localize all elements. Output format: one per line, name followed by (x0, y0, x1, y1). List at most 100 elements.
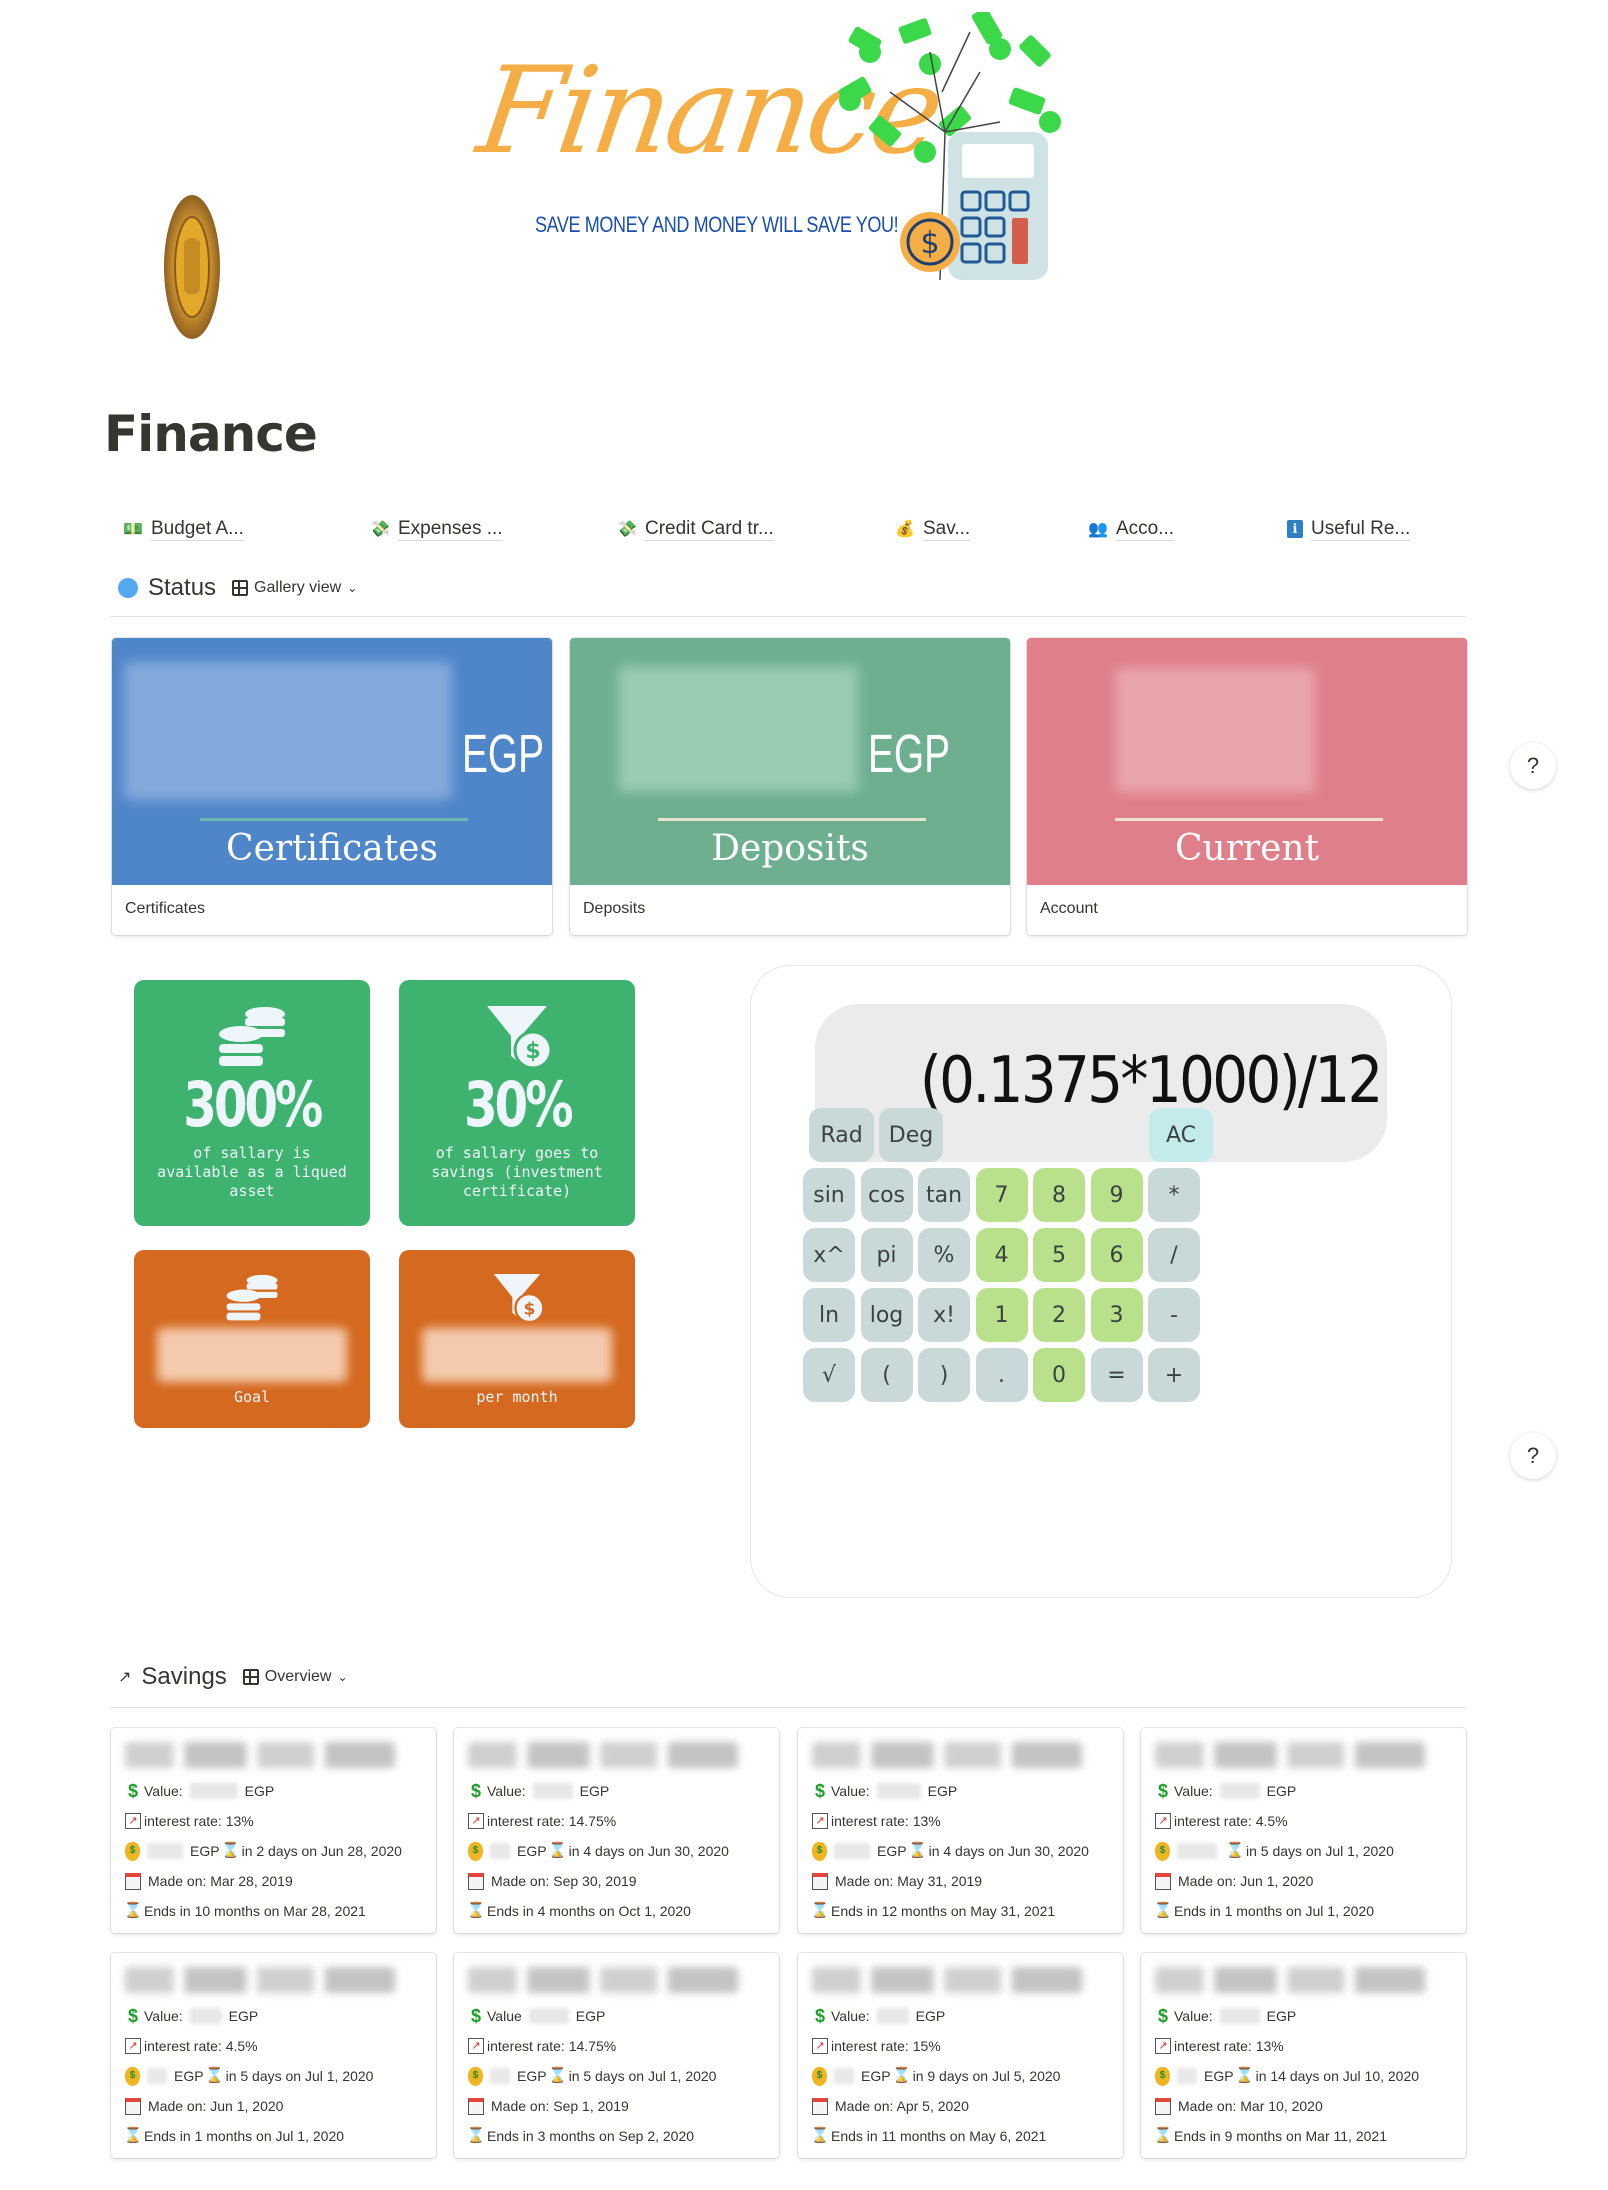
ends-date: Ends in 11 months on May 6, 2021 (831, 2128, 1047, 2144)
calc-key[interactable]: sin (803, 1168, 855, 1222)
chevron-down-icon: ⌄ (347, 581, 358, 595)
savings-card[interactable]: $ Value: EGP ↗ interest rate: 13% $ EGP ⌛ in 14 … (1141, 1953, 1466, 2158)
value-label: Value: (487, 1783, 526, 1799)
calc-key[interactable]: 0 (1033, 1348, 1085, 1402)
interest-rate: interest rate: 14.75% (487, 1813, 617, 1829)
savings-card[interactable]: $ Value EGP ↗ interest rate: 14.75% $ EGP ⌛ in 5… (454, 1953, 779, 2158)
value-currency: EGP (915, 2008, 946, 2024)
calc-key[interactable]: Rad (809, 1108, 874, 1162)
redacted-card-title (812, 1967, 1082, 1993)
money-bag-icon: $ (468, 1841, 483, 1861)
nav-link-expenses[interactable]: 💸 Expenses ... (370, 514, 503, 544)
cover-divider-line (200, 818, 468, 821)
calc-key[interactable]: AC (1148, 1108, 1214, 1162)
overview-view-dropdown[interactable]: Overview ⌄ (242, 1668, 348, 1686)
nav-link-label: Acco... (1116, 517, 1175, 541)
dollar-icon: $ (127, 2006, 138, 2026)
status-card-deposits[interactable]: EGP Deposits Deposits (570, 638, 1010, 935)
value-label: Value: (1174, 2008, 1213, 2024)
calc-key[interactable]: cos (860, 1168, 913, 1222)
value-row: $ Value: EGP (1155, 1776, 1452, 1806)
calc-key[interactable]: 3 (1090, 1288, 1143, 1342)
status-card-certificates[interactable]: EGP Certificates Certificates (112, 638, 552, 935)
funnel-dollar-icon: $ (493, 1273, 545, 1324)
nav-link-budgeta[interactable]: 💵 Budget A... (123, 514, 244, 544)
calc-key[interactable]: 5 (1033, 1228, 1085, 1282)
calc-key[interactable]: % (918, 1228, 970, 1282)
made-on-date: Made on: Mar 28, 2019 (148, 1873, 293, 1889)
blue-circle-icon (118, 578, 138, 598)
calc-key[interactable]: log (860, 1288, 913, 1342)
status-title[interactable]: Status (148, 574, 216, 602)
calc-key[interactable]: ) (918, 1348, 970, 1402)
calc-key[interactable]: * (1148, 1168, 1200, 1222)
calc-key[interactable]: x! (918, 1288, 970, 1342)
calc-key[interactable]: Deg (878, 1108, 944, 1162)
calc-key[interactable]: 2 (1033, 1288, 1085, 1342)
calc-key[interactable]: √ (803, 1348, 855, 1402)
payout-date: in 4 days on Jun 30, 2020 (568, 1843, 729, 1859)
hourglass-icon: ⌛ (123, 2127, 143, 2144)
calc-key[interactable]: 9 (1090, 1168, 1143, 1222)
help-button[interactable]: ? (1510, 1433, 1556, 1479)
savings-card[interactable]: $ Value: EGP ↗ interest rate: 4.5% $ EGP ⌛ in 5 … (111, 1953, 436, 2158)
calc-key[interactable]: tan (918, 1168, 970, 1222)
calc-key[interactable]: x^ (803, 1228, 855, 1282)
nav-link-sav[interactable]: 💰 Sav... (895, 514, 971, 544)
redacted-payout (834, 2068, 854, 2084)
nav-link-acco[interactable]: 👥 Acco... (1088, 514, 1175, 544)
calc-key[interactable]: 8 (1033, 1168, 1085, 1222)
cover-divider-line (658, 818, 926, 821)
redacted-value (189, 1783, 238, 1799)
status-card-current[interactable]: Current Account (1027, 638, 1467, 935)
calendar-icon (1155, 2097, 1171, 2115)
savings-title[interactable]: Savings (141, 1663, 226, 1691)
calendar-icon (812, 1872, 828, 1890)
interest-row: ↗ interest rate: 13% (812, 1806, 1109, 1836)
coins-icon (219, 1007, 285, 1066)
redacted-monthly-value (422, 1328, 612, 1382)
nav-link-label: Sav... (923, 517, 971, 541)
help-button[interactable]: ? (1510, 743, 1556, 789)
savings-card[interactable]: $ Value: EGP ↗ interest rate: 13% $ EGP ⌛ in 4 d… (798, 1728, 1123, 1933)
calc-key[interactable]: 4 (975, 1228, 1028, 1282)
calc-key[interactable]: - (1148, 1288, 1200, 1342)
redacted-card-title (812, 1742, 1082, 1768)
calc-key[interactable]: pi (860, 1228, 913, 1282)
calc-key[interactable]: + (1148, 1348, 1200, 1402)
ends-date: Ends in 10 months on Mar 28, 2021 (144, 1903, 366, 1919)
nav-link-label: Budget A... (151, 517, 244, 541)
payout-date: in 2 days on Jun 28, 2020 (241, 1843, 402, 1859)
calc-key[interactable]: 1 (975, 1288, 1028, 1342)
calc-key[interactable]: / (1148, 1228, 1200, 1282)
calc-key[interactable]: 7 (975, 1168, 1028, 1222)
payout-row: $ ⌛ in 5 days on Jul 1, 2020 (1155, 1836, 1452, 1866)
dollar-icon: $ (814, 1781, 825, 1801)
interest-row: ↗ interest rate: 14.75% (468, 1806, 765, 1836)
redacted-payout (147, 1843, 183, 1859)
interest-rate: interest rate: 15% (831, 2038, 941, 2054)
savings-card[interactable]: $ Value: EGP ↗ interest rate: 13% $ EGP ⌛ in 2 d… (111, 1728, 436, 1933)
calc-key[interactable]: ln (803, 1288, 855, 1342)
nav-link-creditcardtr[interactable]: 💸 Credit Card tr... (617, 514, 774, 544)
calendar-icon (1155, 1872, 1171, 1890)
info-icon: ℹ (1287, 520, 1303, 538)
calc-key[interactable]: . (975, 1348, 1028, 1402)
interest-row: ↗ interest rate: 15% (812, 2031, 1109, 2061)
calc-key[interactable]: = (1090, 1348, 1143, 1402)
savings-card[interactable]: $ Value: EGP ↗ interest rate: 14.75% $ EGP ⌛ in … (454, 1728, 779, 1933)
calculator-widget: (0.1375*1000)/12 Rad Deg AC sin cos tan 7 8 9 * x^… (750, 965, 1452, 1598)
dollar-icon: $ (470, 1781, 481, 1801)
value-label: Value: (831, 1783, 870, 1799)
nav-link-usefulre[interactable]: ℹ Useful Re... (1287, 514, 1411, 544)
savings-card[interactable]: $ Value: EGP ↗ interest rate: 4.5% $ ⌛ in 5 day… (1141, 1728, 1466, 1933)
calc-key[interactable]: ( (860, 1348, 913, 1402)
payout-date: in 9 days on Jul 5, 2020 (912, 2068, 1061, 2084)
made-on-date: Made on: Apr 5, 2020 (835, 2098, 969, 2114)
made-on-row: Made on: Sep 30, 2019 (468, 1866, 765, 1896)
interest-rate: interest rate: 4.5% (144, 2038, 258, 2054)
calendar-icon (468, 2097, 484, 2115)
savings-card[interactable]: $ Value: EGP ↗ interest rate: 15% $ EGP ⌛ in 9 d… (798, 1953, 1123, 2158)
calc-key[interactable]: 6 (1090, 1228, 1143, 1282)
gallery-view-dropdown[interactable]: Gallery view ⌄ (232, 579, 357, 597)
